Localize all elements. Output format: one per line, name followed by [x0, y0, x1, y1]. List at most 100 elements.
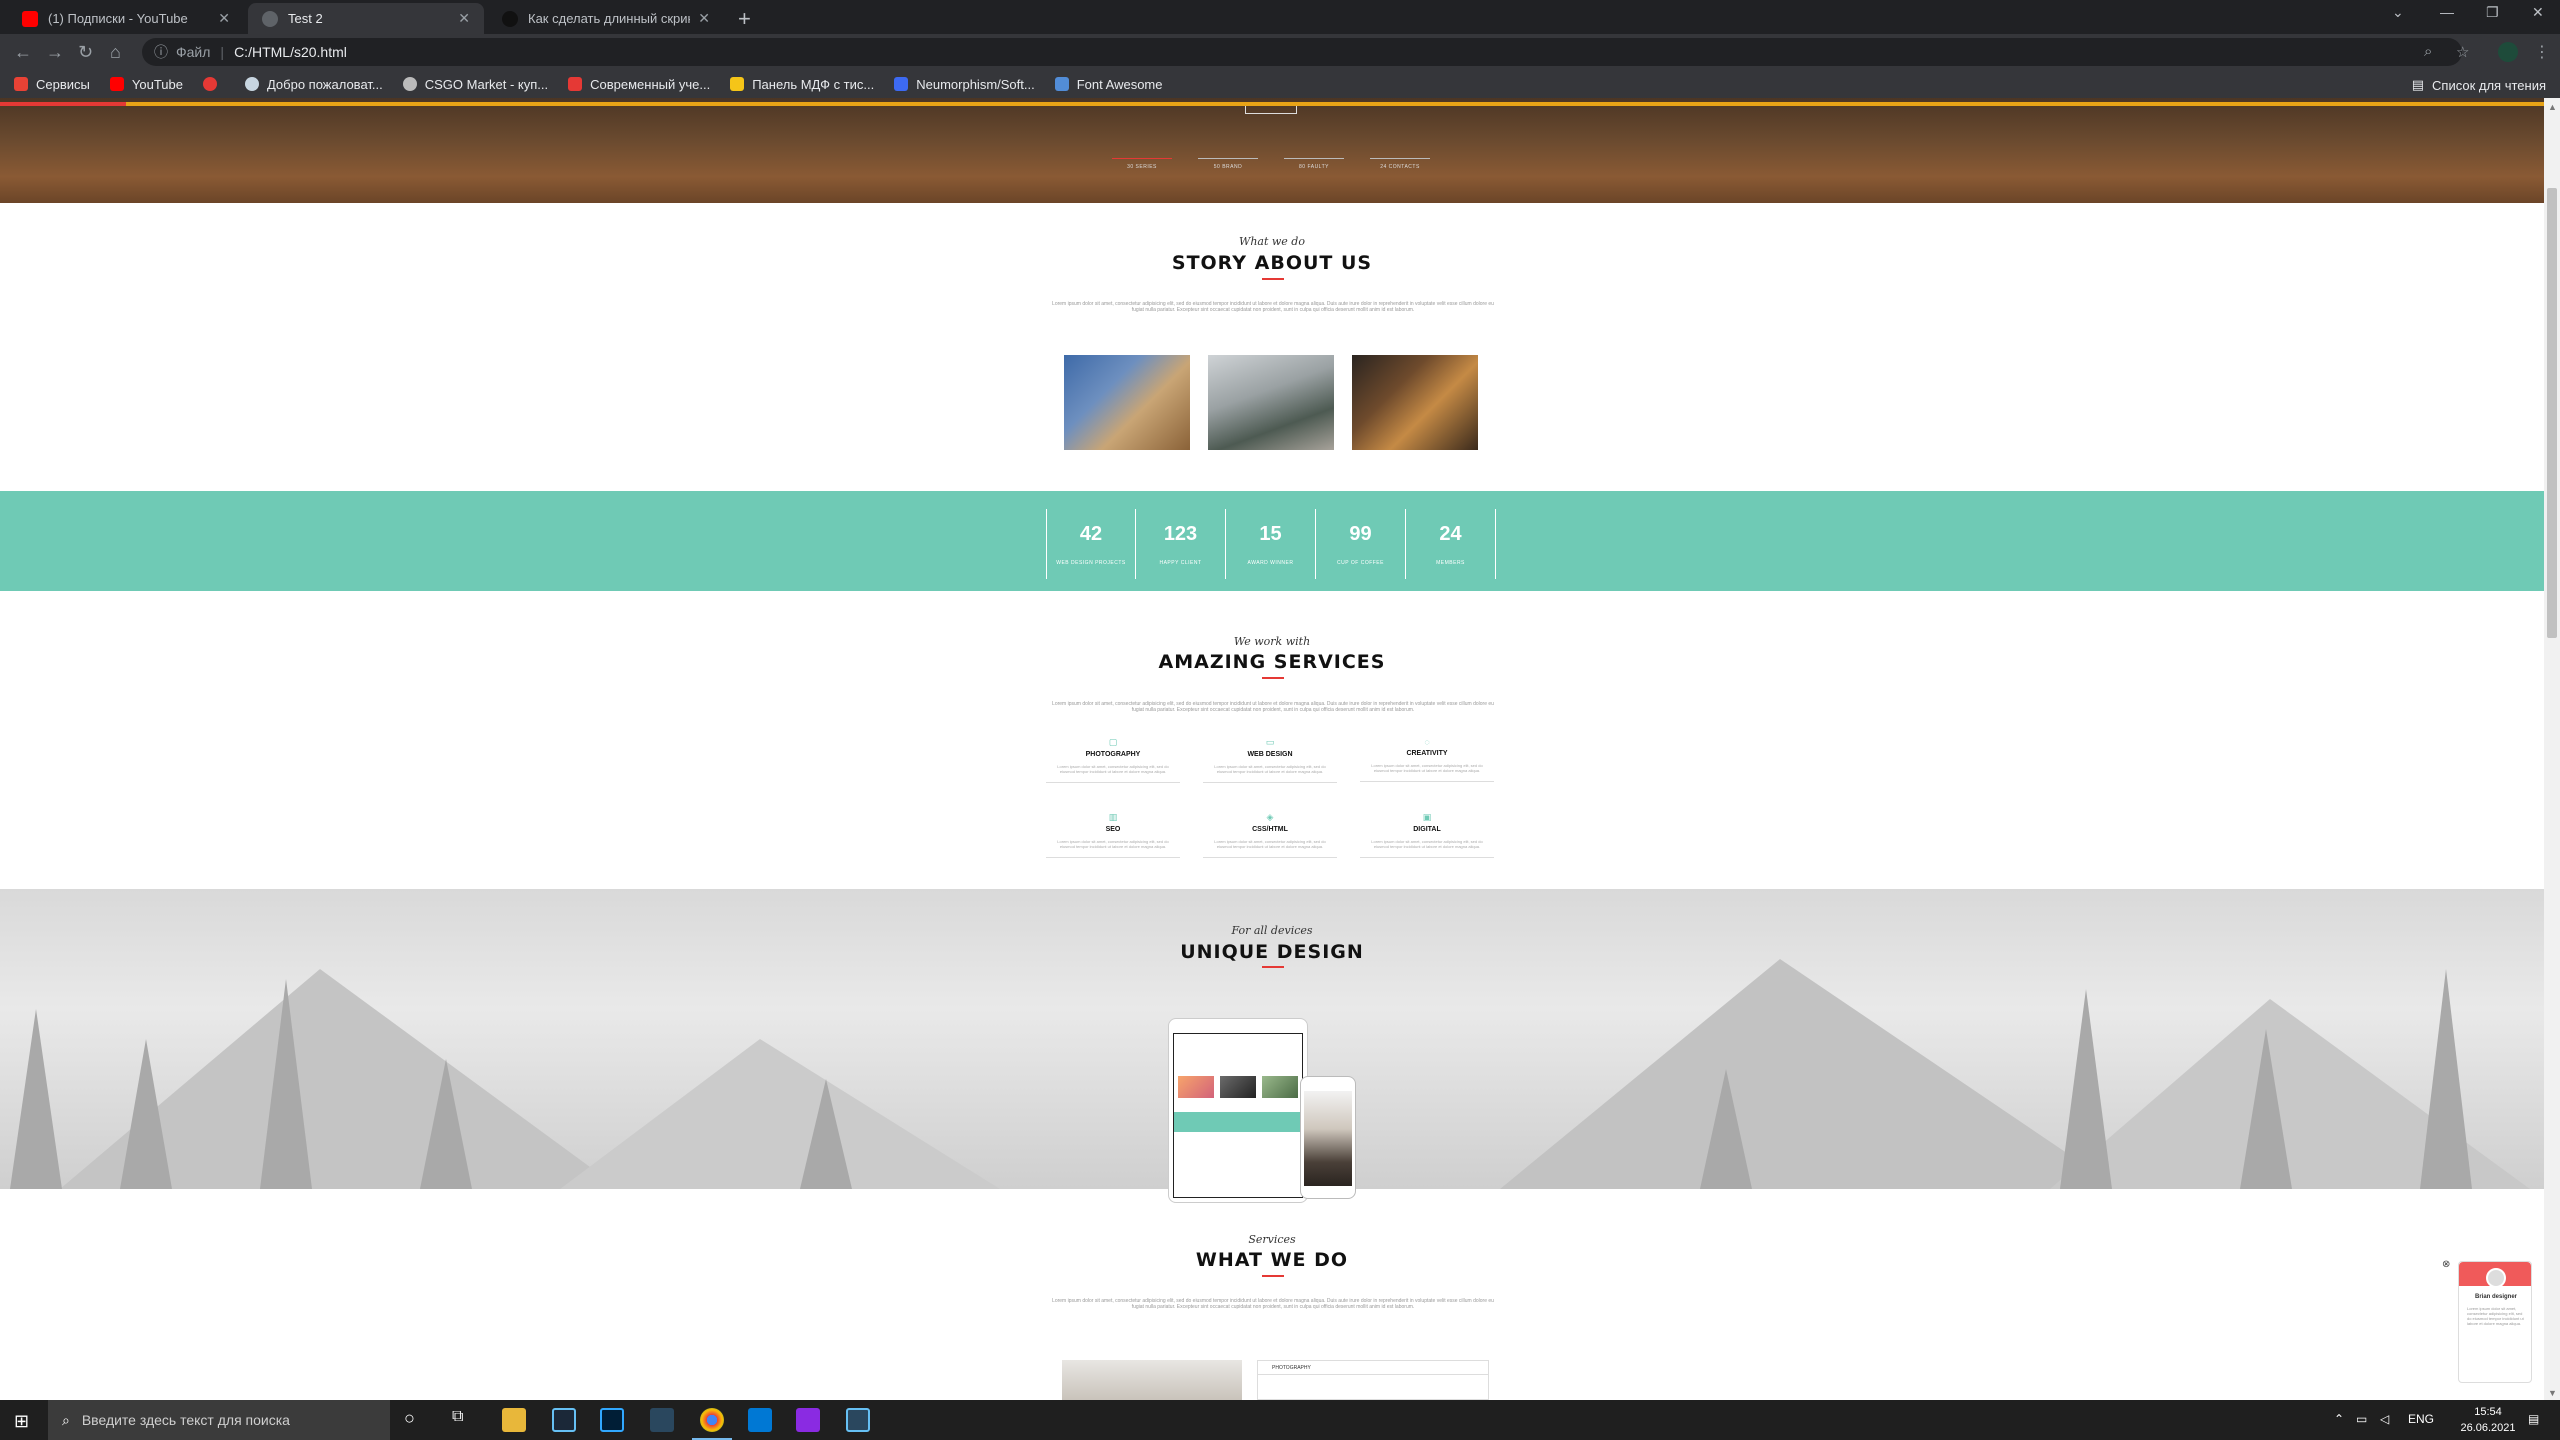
device-icon: ▣ [1422, 812, 1432, 822]
opera-icon [202, 77, 217, 91]
unique-subtitle: For all devices [1231, 924, 1313, 937]
zoom-search-icon[interactable]: ⌕ [2424, 43, 2432, 60]
minimize-icon[interactable]: — [2440, 4, 2454, 20]
bookmark-font-awesome[interactable]: Font Awesome [1054, 77, 1163, 92]
divider [1046, 857, 1180, 858]
steam-app-icon[interactable] [552, 1408, 576, 1432]
chrome-icon[interactable] [692, 1408, 732, 1440]
bookmark-opera[interactable] [202, 77, 225, 91]
volume-icon[interactable]: ◁ [2380, 1412, 2389, 1426]
scroll-down-icon[interactable]: ▼ [2548, 1388, 2557, 1398]
search-placeholder: Введите здесь текст для поиска [81, 1412, 290, 1428]
hero-button[interactable] [1245, 106, 1297, 114]
hero-stat: 80 FAULTY [1284, 158, 1344, 170]
bookmark-steam[interactable]: Добро пожаловат... [244, 76, 383, 92]
language-indicator[interactable]: ENG [2408, 1412, 2434, 1426]
info-icon[interactable]: ⓘ [154, 42, 168, 62]
story-text: Lorem ipsum dolor sit amet, consectetur … [1052, 301, 1494, 313]
chat-widget[interactable]: Brian designer Lorem ipsum dolor sit ame… [2458, 1261, 2532, 1383]
reload-icon[interactable]: ↻ [78, 42, 93, 63]
reading-list-label: Список для чтения [2432, 77, 2546, 93]
back-icon[interactable]: ← [14, 42, 32, 63]
tab-test2[interactable]: Test 2 ✕ [248, 3, 484, 34]
windows-start-icon[interactable]: ⊞ [14, 1411, 29, 1432]
service-text: Lorem ipsum dolor sit amet, consectetur … [1214, 839, 1326, 849]
cortana-icon[interactable]: ○ [404, 1408, 428, 1432]
photoshop-icon[interactable] [600, 1408, 624, 1432]
accordion-title: PHOTOGRAPHY [1272, 1365, 1311, 1371]
service-photography: ▢ PHOTOGRAPHY Lorem ipsum dolor sit amet… [1046, 737, 1180, 783]
visual-studio-icon[interactable] [796, 1408, 820, 1432]
scroll-up-icon[interactable]: ▲ [2548, 102, 2557, 112]
accordion-header[interactable]: PHOTOGRAPHY [1258, 1361, 1488, 1375]
tab-screenshot-article[interactable]: Как сделать длинный скриншот ✕ [488, 3, 724, 34]
page-scrollbar[interactable]: ▲ ▼ [2544, 98, 2560, 1400]
close-icon[interactable]: ✕ [698, 10, 710, 27]
service-css-html: ◈ CSS/HTML Lorem ipsum dolor sit amet, c… [1203, 812, 1337, 858]
hero-section: 30 SERIES 50 BRAND 80 FAULTY 24 CONTACTS [0, 98, 2544, 203]
mockup-counter-band [1174, 1112, 1302, 1132]
flag-icon [1054, 77, 1069, 91]
steam-icon[interactable] [650, 1408, 674, 1432]
bookmark-modern-learning[interactable]: Современный уче... [568, 77, 710, 92]
bookmark-star-icon[interactable]: ☆ [2456, 43, 2469, 61]
reading-list-icon: ▤ [2411, 77, 2425, 92]
bookmark-label: Neumorphism/Soft... [916, 76, 1035, 92]
vscode-icon[interactable] [748, 1408, 772, 1432]
close-icon[interactable]: ✕ [458, 10, 470, 27]
file-explorer-icon[interactable] [502, 1408, 526, 1432]
mockup-thumb [1220, 1076, 1256, 1098]
close-icon[interactable]: ✕ [218, 10, 230, 27]
counter-clients: 123 HAPPY CLIENT [1136, 509, 1226, 579]
forward-icon[interactable]: → [46, 42, 64, 63]
search-icon: ⌕ [62, 1411, 70, 1428]
window-close-icon[interactable]: ✕ [2532, 4, 2544, 21]
tab-youtube[interactable]: (1) Подписки - YouTube ✕ [8, 3, 244, 34]
phone-screen [1304, 1091, 1352, 1186]
bookmark-neumorphism[interactable]: Neumorphism/Soft... [894, 77, 1035, 92]
task-view-icon[interactable]: ⧉ [452, 1408, 476, 1432]
tray-chevron-icon[interactable]: ⌃ [2334, 1412, 2344, 1426]
progress-strip-active [0, 102, 126, 106]
divider [1203, 857, 1337, 858]
bookmark-csgo-market[interactable]: CSGO Market - куп... [402, 77, 548, 92]
counter-label: CUP OF COFFEE [1337, 560, 1384, 566]
whatwedo-text: Lorem ipsum dolor sit amet, consectetur … [1052, 1298, 1494, 1310]
service-name: DIGITAL [1413, 826, 1441, 833]
profile-avatar-icon[interactable] [2498, 42, 2518, 62]
address-bar[interactable]: ⓘ Файл | C:/HTML/s20.html [142, 38, 2462, 66]
bookmark-youtube[interactable]: YouTube [109, 77, 183, 92]
bookmark-services[interactable]: Сервисы [14, 77, 90, 92]
restore-icon[interactable]: ❐ [2486, 4, 2499, 21]
close-icon[interactable]: ⊗ [2442, 1259, 2450, 1270]
chat-name: Brian designer [2474, 1294, 2517, 1300]
tree-shape [2420, 969, 2472, 1189]
steam-tray-icon[interactable] [846, 1408, 870, 1432]
code-icon: ◈ [1266, 812, 1274, 822]
clock-date: 26.06.2021 [2460, 1422, 2516, 1434]
bookmark-label: Сервисы [36, 76, 90, 92]
scrollbar-thumb[interactable] [2547, 188, 2557, 638]
tab-search-icon[interactable]: ⌄ [2392, 4, 2404, 21]
menu-kebab-icon[interactable]: ⋮ [2534, 42, 2550, 62]
network-icon[interactable]: ▭ [2356, 1412, 2367, 1426]
new-tab-plus-icon[interactable]: + [738, 6, 751, 32]
url-text[interactable]: C:/HTML/s20.html [234, 44, 347, 60]
market-icon [402, 77, 417, 91]
system-clock[interactable]: 15:54 26.06.2021 [2448, 1404, 2528, 1436]
taskbar-search[interactable]: ⌕ Введите здесь текст для поиска [48, 1400, 390, 1440]
services-accordion[interactable]: PHOTOGRAPHY [1257, 1360, 1489, 1400]
tree-shape [420, 1059, 472, 1189]
home-icon[interactable]: ⌂ [110, 42, 121, 63]
site-icon [502, 10, 518, 27]
tablet-screen [1173, 1033, 1303, 1198]
counter-projects: 42 WEB DESIGN PROJECTS [1046, 509, 1136, 579]
hero-stat: 50 BRAND [1198, 158, 1258, 170]
browser-toolbar: ← → ↻ ⌂ ⓘ Файл | C:/HTML/s20.html ⌕ ☆ ⋮ [0, 34, 2560, 70]
counter-number: 42 [1079, 523, 1103, 545]
bookmark-label: Добро пожаловат... [266, 76, 383, 92]
tablet-mockup [1168, 1018, 1308, 1203]
notification-icon[interactable]: ▤ [2528, 1412, 2539, 1426]
bookmark-mdf-panel[interactable]: Панель МДФ с тис... [730, 77, 874, 92]
reading-list-button[interactable]: ▤ Список для чтения [2412, 77, 2546, 93]
